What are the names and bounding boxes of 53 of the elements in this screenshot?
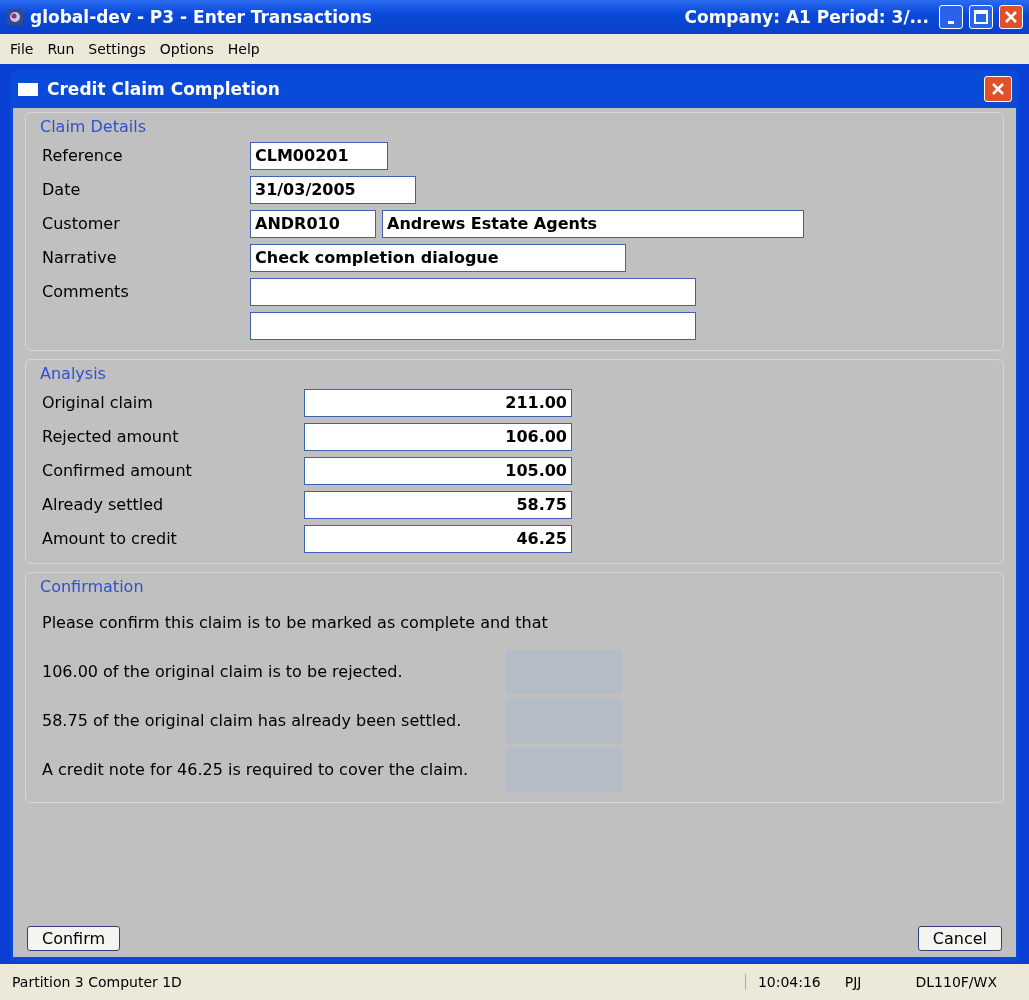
minimize-button[interactable] <box>939 5 963 29</box>
amount-field[interactable]: 58.75 <box>304 490 572 519</box>
input-field[interactable]: CLM00201 <box>250 141 388 170</box>
window-title: global-dev - P3 - Enter Transactions <box>30 7 373 27</box>
menu-item[interactable]: Run <box>47 41 75 57</box>
field-label: Reference <box>42 146 124 165</box>
close-icon <box>1004 10 1018 24</box>
menu-item[interactable]: File <box>10 41 34 57</box>
confirmation-text: Please confirm this claim is to be marked as complete and that <box>42 612 549 634</box>
app-icon <box>6 8 24 26</box>
menu-item[interactable]: Settings <box>88 41 146 57</box>
confirm-button[interactable]: Confirm <box>27 926 121 951</box>
dialog-icon <box>17 81 39 97</box>
status-text: 10:04:16 <box>744 974 833 990</box>
cancel-button[interactable]: Cancel <box>917 926 1002 951</box>
section-title: Claim Details <box>40 117 147 136</box>
menu-item[interactable]: Help <box>227 41 260 57</box>
input-field[interactable] <box>250 311 696 340</box>
close-button[interactable] <box>999 5 1023 29</box>
close-icon <box>991 82 1005 96</box>
status-text: Partition 3 Computer 1D <box>11 974 183 990</box>
amount-field[interactable]: 105.00 <box>304 456 572 485</box>
field-label: Customer <box>42 214 121 233</box>
field-label: Original claim <box>42 393 154 412</box>
amount-field[interactable]: 106.00 <box>304 422 572 451</box>
input-field[interactable]: 31/03/2005 <box>250 175 416 204</box>
field-label: Amount to credit <box>42 529 178 548</box>
input-field[interactable] <box>250 277 696 306</box>
status-text: PJJ <box>843 974 863 990</box>
dialog-title: Credit Claim Completion <box>47 79 281 99</box>
maximize-button[interactable] <box>969 5 993 29</box>
status-text: DL110F/WX <box>914 974 998 990</box>
field-label: Already settled <box>42 495 165 514</box>
input-field[interactable]: Andrews Estate Agents <box>382 209 804 238</box>
input-field[interactable]: Check completion dialogue <box>250 243 626 272</box>
company-period-info: Company: A1 Period: 3/... <box>684 7 929 27</box>
confirmation-text: 58.75 of the original claim has already been settled. <box>42 699 622 743</box>
field-label: Narrative <box>42 248 118 267</box>
field-label: Confirmed amount <box>42 461 193 480</box>
field-label: Rejected amount <box>42 427 180 446</box>
confirmation-text: 106.00 of the original claim is to be rejected. <box>42 650 622 694</box>
field-label: Date <box>42 180 82 199</box>
close-button[interactable] <box>984 76 1012 102</box>
amount-field[interactable]: 211.00 <box>304 388 572 417</box>
confirmation-text: A credit note for 46.25 is required to cover the claim. <box>42 748 622 792</box>
section-title: Analysis <box>40 364 107 383</box>
maximize-icon <box>974 10 988 24</box>
section-title: Confirmation <box>40 577 145 596</box>
amount-field[interactable]: 46.25 <box>304 524 572 553</box>
minimize-icon <box>948 20 954 24</box>
field-label: Comments <box>42 282 130 301</box>
menu-item[interactable]: Options <box>159 41 214 57</box>
input-field[interactable]: ANDR010 <box>250 209 376 238</box>
